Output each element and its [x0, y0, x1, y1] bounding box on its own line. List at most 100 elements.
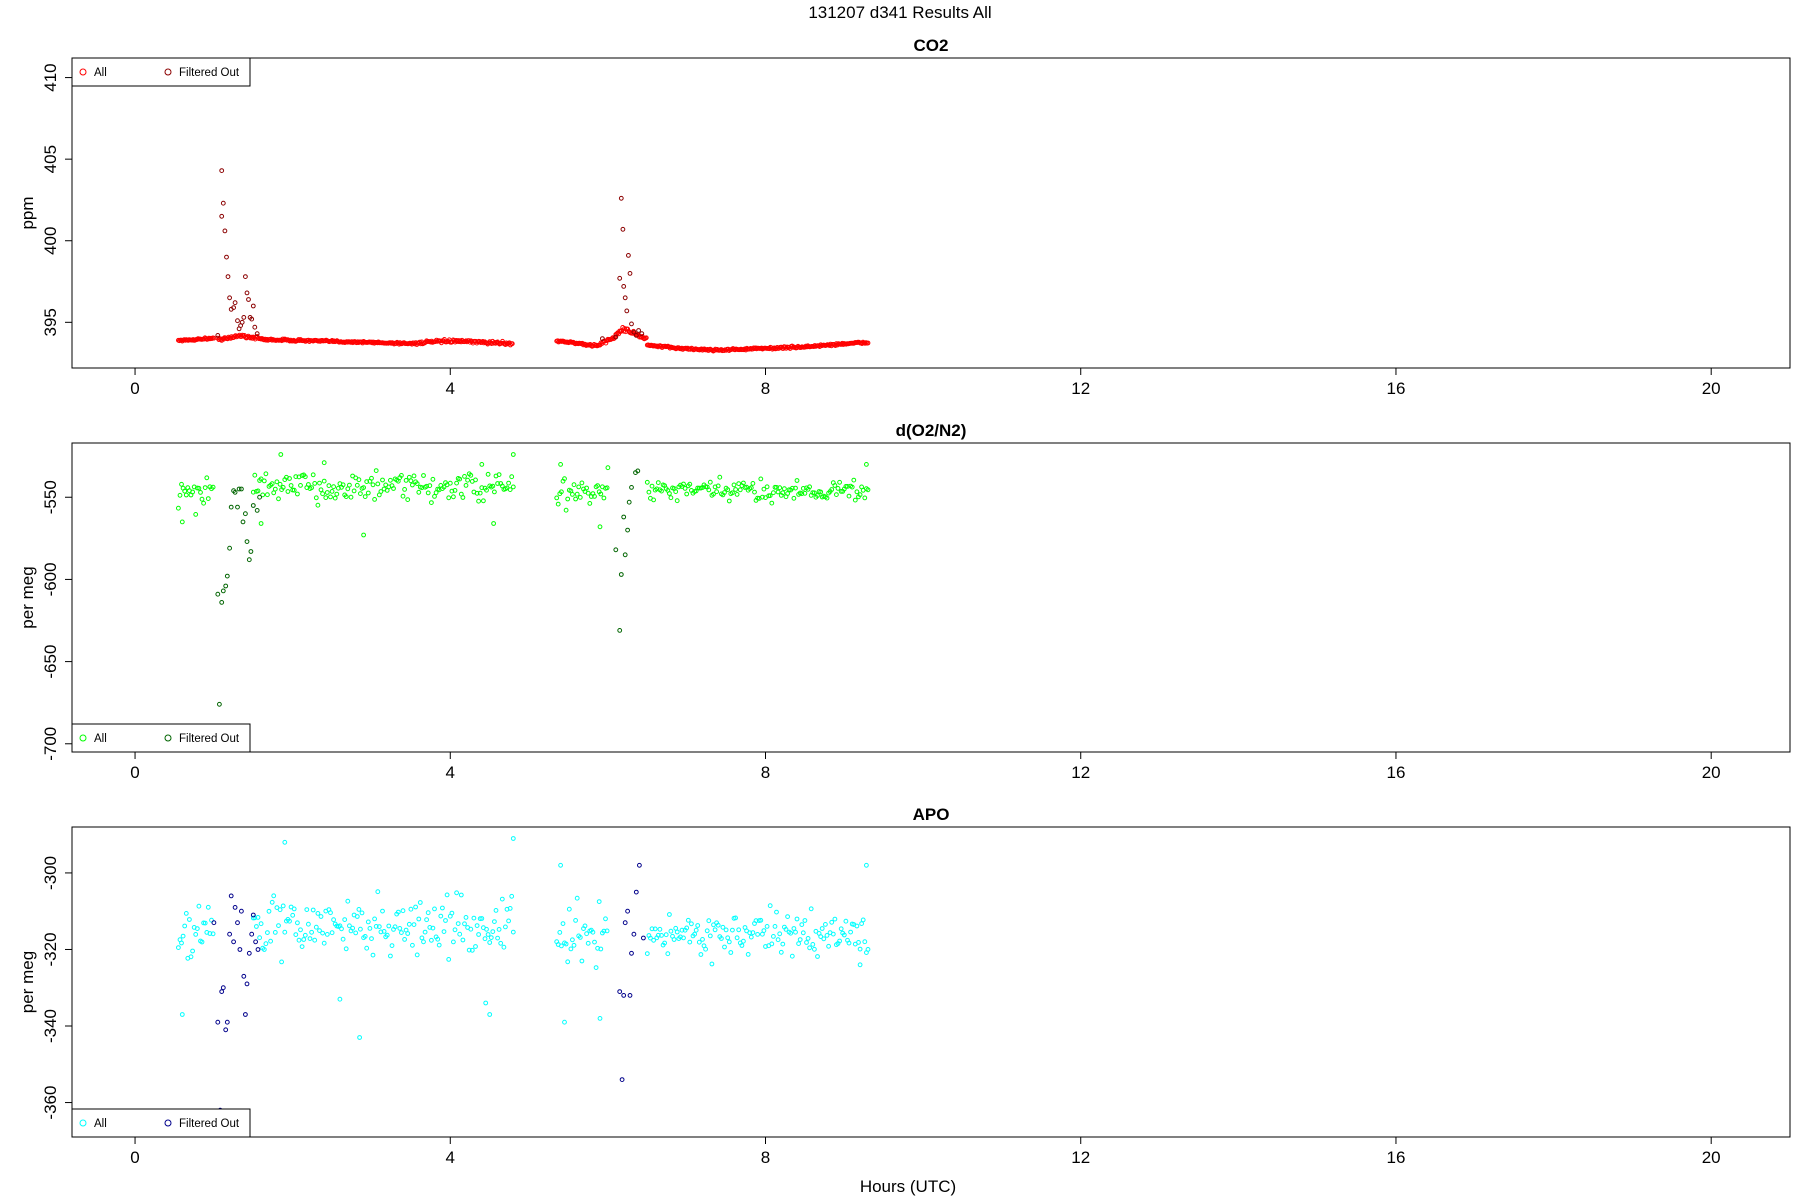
y-tick-label: -600 [41, 562, 60, 596]
data-point [574, 491, 580, 497]
data-point [176, 945, 181, 950]
data-point [342, 917, 348, 922]
data-point [340, 936, 346, 942]
data-point [447, 480, 453, 486]
data-point [780, 941, 786, 947]
data-point [794, 916, 800, 922]
data-point [364, 945, 370, 951]
data-point [463, 483, 469, 488]
filtered-point [223, 1027, 229, 1033]
data-point [276, 923, 281, 928]
data-point [777, 931, 783, 937]
filtered-point [253, 939, 259, 945]
filtered-point [618, 572, 624, 577]
data-point [558, 862, 563, 868]
data-point [503, 924, 508, 930]
data-point [419, 935, 425, 941]
filtered-point [219, 600, 225, 605]
filtered-point [613, 547, 619, 553]
data-point [468, 926, 474, 932]
data-point [362, 494, 368, 500]
data-point [318, 487, 324, 493]
data-point [421, 939, 426, 945]
plot-frame [71, 442, 1791, 753]
data-point [838, 926, 844, 932]
data-point [767, 903, 773, 909]
filtered-point [224, 573, 230, 579]
data-point [460, 495, 466, 500]
filtered-point [627, 271, 633, 276]
data-point [365, 490, 371, 496]
data-point [846, 493, 852, 499]
data-point [562, 1019, 567, 1025]
data-point [261, 478, 267, 484]
data-point [365, 919, 371, 925]
data-point [493, 908, 499, 913]
data-point [557, 930, 563, 935]
data-point [451, 939, 456, 945]
data-point [458, 892, 464, 898]
data-point [198, 490, 203, 495]
data-point [263, 471, 269, 477]
data-point [726, 939, 732, 945]
data-point [411, 922, 417, 927]
filtered-point [222, 228, 228, 234]
data-point [348, 494, 354, 500]
data-point [506, 918, 512, 924]
legend-label-filtered: Filtered Out [179, 733, 240, 745]
filtered-point [215, 333, 221, 338]
data-point [422, 929, 428, 935]
x-tick-label: 4 [446, 763, 455, 782]
data-point [318, 914, 324, 919]
data-point [279, 959, 285, 965]
data-point [296, 937, 302, 943]
data-point [257, 935, 263, 941]
x-axis-label: Hours (UTC) [860, 1177, 956, 1196]
data-point [358, 491, 363, 497]
data-point [574, 895, 580, 901]
data-point [337, 996, 343, 1002]
data-point [405, 497, 411, 503]
filtered-point [636, 328, 641, 333]
legend-label-all: All [94, 733, 107, 745]
data-point [605, 465, 611, 471]
data-point [403, 478, 409, 483]
data-point [649, 483, 655, 489]
data-point [772, 924, 778, 929]
data-point [429, 937, 434, 943]
filtered-point [629, 485, 634, 490]
filtered-point [252, 324, 258, 330]
data-point [298, 927, 303, 933]
data-point [388, 477, 393, 483]
data-point [510, 836, 516, 841]
data-point [183, 911, 189, 916]
data-point [452, 927, 458, 933]
filtered-point [220, 200, 226, 206]
data-point [417, 900, 423, 905]
x-tick-label: 16 [1387, 1148, 1406, 1167]
data-point [835, 486, 841, 491]
data-point [315, 911, 321, 916]
data-point [797, 937, 803, 942]
data-point [723, 927, 729, 933]
data-point [182, 923, 188, 929]
data-point [446, 957, 452, 962]
data-point [485, 932, 491, 937]
filtered-point [228, 504, 234, 510]
data-point [857, 962, 863, 968]
data-point [179, 519, 185, 525]
data-point [462, 921, 467, 927]
series-points [176, 452, 871, 707]
data-point [295, 920, 300, 926]
filtered-point [629, 950, 634, 956]
x-tick-label: 12 [1071, 379, 1090, 398]
x-tick-label: 16 [1387, 379, 1406, 398]
data-point [663, 932, 669, 938]
data-point [695, 923, 701, 928]
data-point [320, 491, 326, 497]
data-point [320, 930, 326, 936]
filtered-point [243, 1012, 248, 1017]
data-point [414, 952, 420, 958]
panel-2: APO 0 4 8 12 16 20 -300 -320 -340 -360 per meg All Fi… [18, 805, 1791, 1167]
data-point [272, 930, 278, 935]
